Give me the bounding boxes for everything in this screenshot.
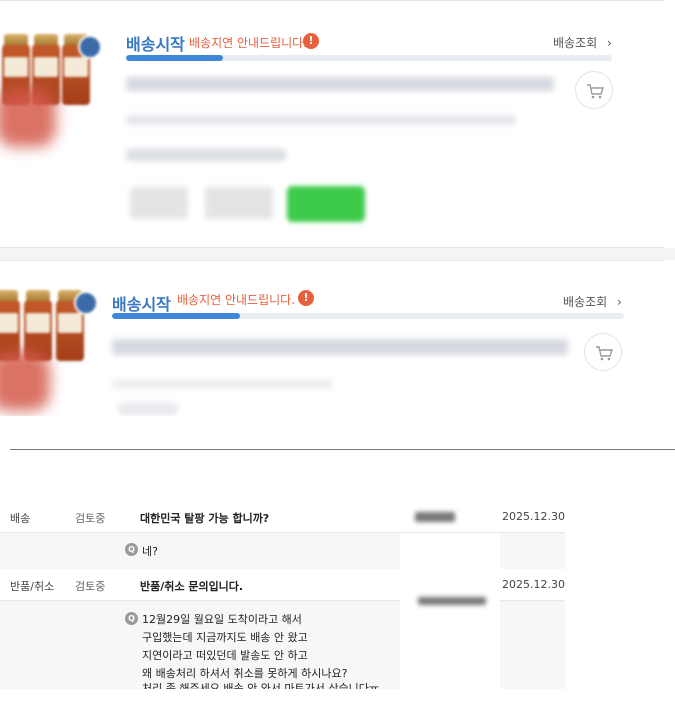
chevron-right-icon: ›: [607, 36, 612, 50]
inquiry-date: 2025.12.30: [502, 578, 565, 591]
tracking-link-label: 배송조회: [553, 36, 598, 50]
product-detail-blurred: [118, 403, 178, 415]
inquiry-date: 2025.12.30: [502, 510, 565, 523]
section-divider: [10, 449, 675, 450]
add-to-cart-button[interactable]: [584, 333, 622, 371]
order-action-button[interactable]: [205, 187, 273, 219]
order-status: 배송시작: [112, 295, 171, 314]
delivery-progress-fill: [112, 313, 240, 319]
inquiry-text-line: 네?: [142, 545, 158, 558]
inquiry-text-line: 구입했는데 지금까지도 배송 안 왔고: [142, 631, 308, 644]
card-separator: [0, 248, 675, 260]
writer-name-blurred: [415, 512, 455, 522]
order-action-button[interactable]: [130, 187, 188, 219]
chevron-right-icon: ›: [617, 295, 622, 309]
inquiry-state: 검토중: [75, 512, 106, 525]
order-status: 배송시작: [126, 35, 185, 54]
order-card: 배송시작 배송지연 안내드립니다. ! 배송조회 ›: [0, 0, 665, 248]
question-icon: Q: [125, 543, 138, 556]
alert-icon[interactable]: !: [303, 33, 319, 49]
delivery-progress-bar: [112, 313, 624, 319]
product-price-blurred: [126, 149, 286, 161]
writer-name-blurred: [418, 597, 486, 605]
product-option-blurred: [112, 379, 332, 389]
cart-icon: [596, 346, 613, 361]
inquiry-text-line: 왜 배송처리 하셔서 취소를 못하게 하시나요?: [142, 667, 348, 680]
buy-again-button[interactable]: [287, 186, 365, 222]
question-icon: Q: [125, 612, 138, 625]
order-card: 배송시작 배송지연 안내드립니다. ! 배송조회 ›: [0, 260, 665, 416]
product-thumbnail[interactable]: [0, 34, 106, 155]
tracking-link[interactable]: 배송조회 ›: [563, 293, 622, 310]
alert-icon[interactable]: !: [298, 290, 314, 306]
inquiry-category: 배송: [10, 512, 31, 525]
inquiry-subject[interactable]: 반품/취소 문의입니다.: [140, 578, 243, 594]
inquiry-text-line: 12월29일 월요일 도착이라고 해서: [142, 613, 302, 626]
inquiry-category: 반품/취소: [10, 580, 55, 593]
product-name-blurred: [112, 339, 568, 355]
tracking-link-label: 배송조회: [563, 295, 608, 309]
inquiry-subject[interactable]: 대한민국 탈팡 가능 합니까?: [140, 510, 269, 526]
delay-notice[interactable]: 배송지연 안내드립니다.: [189, 34, 307, 51]
delivery-progress-bar: [126, 55, 612, 61]
inquiry-text-line: 처리 좀 해주세요.배송 안 와서 마트가서 삿습니다ㅠ: [142, 683, 379, 689]
writer-column-mask: [400, 533, 500, 569]
inquiry-row[interactable]: 배송 검토중 대한민국 탈팡 가능 합니까? 2025.12.30: [0, 501, 565, 533]
add-to-cart-button[interactable]: [575, 71, 613, 109]
product-thumbnail[interactable]: [0, 290, 98, 411]
writer-column-mask: [400, 569, 500, 689]
inquiry-text-line: 지연이라고 떠있던데 발송도 안 하고: [142, 649, 308, 662]
delivery-progress-fill: [126, 55, 224, 61]
delay-notice[interactable]: 배송지연 안내드립니다.: [177, 291, 295, 308]
product-option-blurred: [126, 115, 516, 125]
inquiry-state: 검토중: [75, 580, 106, 593]
tracking-link[interactable]: 배송조회 ›: [553, 34, 612, 51]
cart-icon: [587, 84, 604, 99]
product-name-blurred: [126, 77, 554, 91]
